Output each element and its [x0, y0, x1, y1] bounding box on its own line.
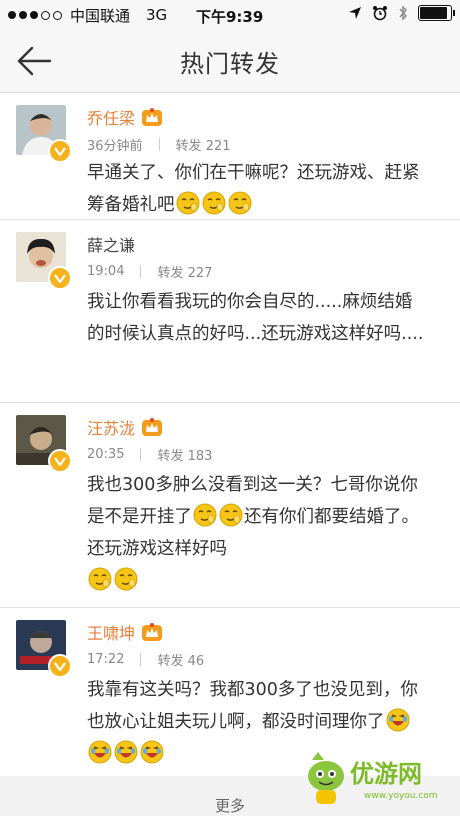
comment-meta: 19:04 转发 227	[87, 262, 212, 281]
comment-meta: 36分钟前 转发 221	[87, 135, 231, 154]
comment-text: 早通关了、你们在干嘛呢？还玩游戏、赶紧筹备婚礼吧	[87, 163, 420, 215]
emoji-group	[192, 503, 244, 527]
username-label: 王啸坤	[87, 624, 136, 643]
smirk-emoji-icon	[176, 191, 200, 215]
comment-text: 我让你看看我玩的你会自尽的.....麻烦结婚的时候认真点的好吗...还玩游戏这样…	[87, 292, 424, 344]
carrier-label: 中国联通	[70, 6, 131, 25]
nav-bar: 热门转发	[0, 30, 460, 93]
smirk-emoji-icon	[219, 503, 243, 527]
yoyou-watermark-logo: 优游网 www.yoyou.com	[304, 746, 454, 812]
comment-time: 36分钟前	[87, 139, 143, 154]
signal-strength-icon	[8, 10, 62, 20]
laugh-emoji-icon	[114, 740, 138, 764]
username[interactable]: 薛之谦	[87, 232, 135, 256]
emoji-group	[87, 567, 139, 591]
location-arrow-icon	[349, 7, 361, 19]
repost-count: 转发 221	[175, 139, 231, 154]
comment-time: 19:04	[87, 264, 125, 279]
list-item[interactable]: 薛之谦 19:04 转发 227 我让你看看我玩的你会自尽的.....麻烦结婚的…	[0, 220, 460, 403]
svg-text:优游网: 优游网	[350, 760, 422, 788]
avatar[interactable]	[16, 232, 72, 290]
smirk-emoji-icon	[228, 191, 252, 215]
username[interactable]: 乔任梁	[87, 105, 163, 129]
smirk-emoji-icon	[202, 191, 226, 215]
verified-badge-icon	[48, 654, 72, 678]
username-label: 乔任梁	[87, 109, 136, 128]
laugh-emoji-icon	[140, 740, 164, 764]
comment-meta: 20:35 转发 183	[87, 445, 212, 464]
username[interactable]: 汪苏泷	[87, 415, 163, 439]
verified-badge-icon	[48, 266, 72, 290]
mascot-icon	[308, 752, 344, 804]
network-type: 3G	[146, 6, 168, 24]
vip-crown-icon	[142, 108, 163, 126]
verified-badge-icon	[48, 449, 72, 473]
status-bar: 中国联通 3G 下午9:39	[0, 0, 460, 30]
emoji-group	[175, 191, 253, 215]
username-label: 薛之谦	[87, 236, 136, 255]
laugh-emoji-icon	[88, 740, 112, 764]
smirk-emoji-icon	[193, 503, 217, 527]
svg-text:www.yoyou.com: www.yoyou.com	[364, 791, 438, 801]
username[interactable]: 王啸坤	[87, 620, 163, 644]
verified-badge-icon	[48, 139, 72, 163]
repost-count: 转发 183	[157, 449, 213, 464]
avatar[interactable]	[16, 620, 72, 678]
status-time: 下午9:39	[196, 8, 264, 26]
repost-count: 转发 227	[157, 266, 213, 281]
laugh-emoji-icon	[386, 708, 410, 732]
bluetooth-icon	[399, 5, 407, 21]
comment-time: 20:35	[87, 447, 125, 462]
smirk-emoji-icon	[114, 567, 138, 591]
list-item[interactable]: 乔任梁 36分钟前 转发 221 早通关了、你们在干嘛呢？还玩游戏、赶紧筹备婚礼…	[0, 93, 460, 220]
username-label: 汪苏泷	[87, 419, 136, 438]
avatar[interactable]	[16, 415, 72, 473]
vip-crown-icon	[142, 418, 163, 436]
battery-icon	[418, 5, 455, 21]
repost-count: 转发 46	[157, 654, 205, 669]
avatar[interactable]	[16, 105, 72, 163]
comment-text: 我也300多肿么没看到这一关？七哥你说你是不是开挂了 还有你们都要结婚了。还玩游戏…	[87, 469, 427, 597]
comment-meta: 17:22 转发 46	[87, 650, 204, 669]
page-title: 热门转发	[180, 50, 280, 78]
smirk-emoji-icon	[88, 567, 112, 591]
comment-time: 17:22	[87, 652, 125, 667]
repost-list: 乔任梁 36分钟前 转发 221 早通关了、你们在干嘛呢？还玩游戏、赶紧筹备婚礼…	[0, 93, 460, 780]
alarm-clock-icon	[373, 6, 387, 21]
list-item[interactable]: 汪苏泷 20:35 转发 183 我也300多肿么没看到这一关？七哥你说你是不是…	[0, 403, 460, 608]
vip-crown-icon	[142, 623, 163, 641]
